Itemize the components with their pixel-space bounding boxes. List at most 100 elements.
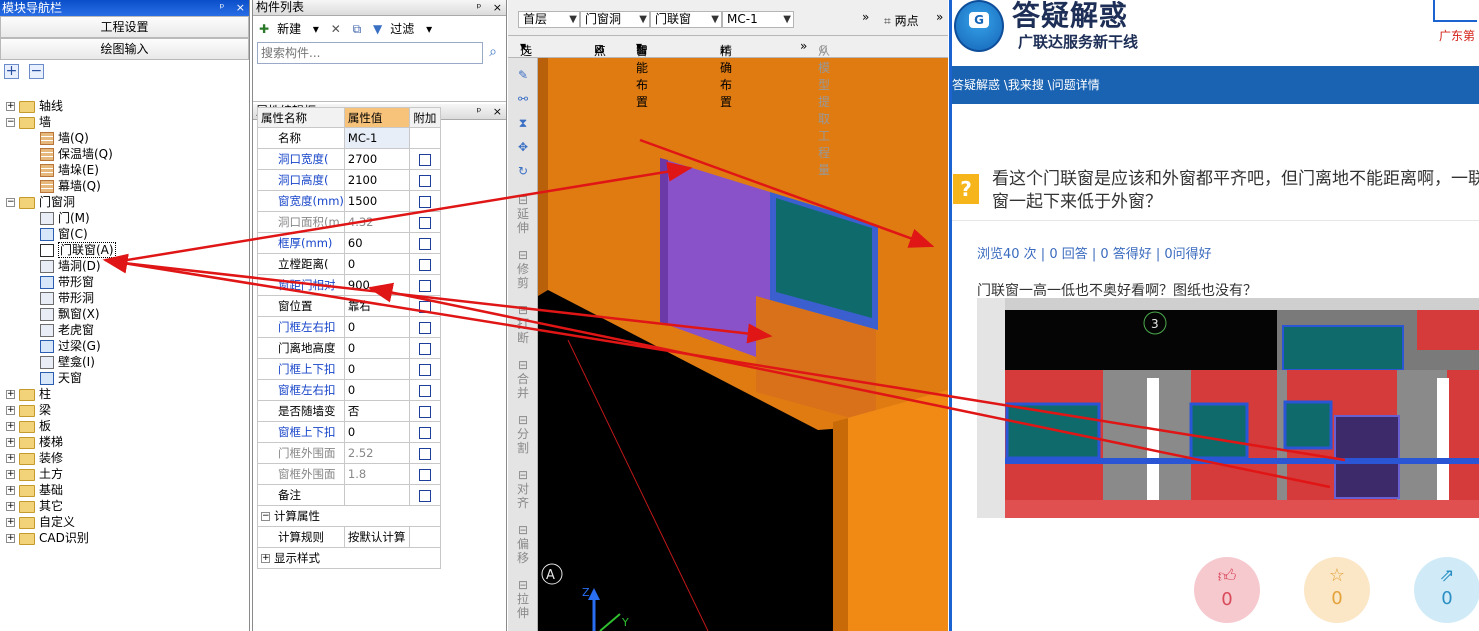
additional-checkbox[interactable] xyxy=(418,447,431,460)
type-select[interactable]: 门联窗 ▼ xyxy=(650,11,722,28)
floor-select[interactable]: 首层 ▼ xyxy=(518,11,580,28)
delete-icon[interactable]: ✕ xyxy=(331,22,341,36)
side-tool-button[interactable]: ⊟ 修剪 xyxy=(514,248,532,290)
property-value[interactable]: 900 xyxy=(343,274,410,296)
collapse-all-icon[interactable]: − xyxy=(28,64,44,79)
edit-tool-icon[interactable]: ⧗ xyxy=(514,116,532,130)
property-row[interactable]: 立樘距离(0 xyxy=(257,253,441,275)
side-tool-button[interactable]: ⊟ 打断 xyxy=(514,303,532,345)
category-select[interactable]: 门窗洞 ▼ xyxy=(580,11,650,28)
additional-checkbox[interactable] xyxy=(418,300,431,313)
expand-icon[interactable]: + xyxy=(6,470,15,479)
expand-icon[interactable]: + xyxy=(6,406,15,415)
edit-tool-icon[interactable]: ✎ xyxy=(514,68,532,82)
region-link[interactable]: 广东第 xyxy=(1439,27,1475,44)
expand-icon[interactable]: + xyxy=(6,454,15,463)
side-tool-button[interactable]: ⊟ 拉伸 xyxy=(514,578,532,620)
property-value[interactable]: 0 xyxy=(343,337,410,359)
project-settings-button[interactable]: 工程设置 xyxy=(0,16,249,38)
additional-checkbox[interactable] xyxy=(418,153,431,166)
additional-checkbox[interactable] xyxy=(418,174,431,187)
property-value[interactable]: 靠右 xyxy=(343,295,410,317)
property-row[interactable]: 窗框上下扣 0 xyxy=(257,421,441,443)
tree-item[interactable]: 保温墙(Q) xyxy=(40,146,113,162)
property-value[interactable]: 2700 xyxy=(343,148,410,170)
tree-item[interactable]: 带形窗 xyxy=(40,274,94,290)
property-value[interactable]: 0 xyxy=(343,421,410,443)
edit-tool-icon[interactable]: ✥ xyxy=(514,140,532,154)
tree-item[interactable]: 墙洞(D) xyxy=(40,258,101,274)
property-value[interactable]: 2.52 xyxy=(343,442,410,464)
additional-checkbox[interactable] xyxy=(418,342,431,355)
property-row[interactable]: 门离地高度 0 xyxy=(257,337,441,359)
search-input[interactable] xyxy=(257,42,483,64)
property-row[interactable]: 门框上下扣 0 xyxy=(257,358,441,380)
tree-item[interactable]: 门(M) xyxy=(40,210,90,226)
tree-item[interactable]: + 自定义 xyxy=(6,514,75,530)
property-value[interactable]: 1500 xyxy=(343,190,410,212)
additional-checkbox[interactable] xyxy=(418,279,431,292)
property-row[interactable]: 窗宽度(mm) 1500 xyxy=(257,190,441,212)
additional-checkbox[interactable] xyxy=(418,489,431,502)
property-row[interactable]: 门框外围面 2.52 xyxy=(257,442,441,464)
tree-item[interactable]: + 柱 xyxy=(6,386,51,402)
filter-button[interactable]: ▼ 过滤 ▾ xyxy=(373,22,432,36)
side-tool-button[interactable]: ⊟ 合并 xyxy=(514,358,532,400)
expand-icon[interactable]: + xyxy=(6,438,15,447)
property-row[interactable]: 洞口高度(2100 xyxy=(257,169,441,191)
tree-item[interactable]: − 墙 xyxy=(6,114,51,130)
property-row[interactable]: 框厚(mm) 60 xyxy=(257,232,441,254)
collapse-icon[interactable]: − xyxy=(6,118,15,127)
additional-checkbox[interactable] xyxy=(418,195,431,208)
search-icon[interactable]: ⌕ xyxy=(484,44,502,62)
additional-checkbox[interactable] xyxy=(418,321,431,334)
tree-item[interactable]: 幕墙(Q) xyxy=(40,178,101,194)
tree-item[interactable]: − 门窗洞 xyxy=(6,194,75,210)
expand-icon[interactable]: + xyxy=(6,102,15,111)
edit-tool-icon[interactable]: ↻ xyxy=(514,164,532,178)
pin-icon[interactable]: ᵖ xyxy=(220,1,225,14)
property-value[interactable]: 2100 xyxy=(343,169,410,191)
tree-item[interactable]: 墙垛(E) xyxy=(40,162,99,178)
additional-checkbox[interactable] xyxy=(418,237,431,250)
property-row[interactable]: 门框左右扣 0 xyxy=(257,316,441,338)
copy-icon[interactable]: ⧉ xyxy=(353,22,362,36)
collapse-icon[interactable]: − xyxy=(6,198,15,207)
additional-checkbox[interactable] xyxy=(418,384,431,397)
expand-icon[interactable]: + xyxy=(6,518,15,527)
tree-item[interactable]: 壁龛(I) xyxy=(40,354,95,370)
collapse-icon[interactable]: − xyxy=(261,512,270,521)
tree-item[interactable]: + 其它 xyxy=(6,498,63,514)
additional-checkbox[interactable] xyxy=(418,468,431,481)
property-value[interactable]: 60 xyxy=(343,232,410,254)
tree-item[interactable]: 飘窗(X) xyxy=(40,306,100,322)
smart-layout-button[interactable]: ▦ 智能布置 ▾ xyxy=(636,39,648,109)
property-value[interactable]: 0 xyxy=(343,358,410,380)
side-tool-button[interactable]: ⊟ 分割 xyxy=(514,413,532,455)
tree-item[interactable]: 门联窗(A) xyxy=(40,242,116,258)
property-value[interactable]: 0 xyxy=(343,316,410,338)
additional-checkbox[interactable] xyxy=(418,258,431,271)
drawing-input-button[interactable]: 绘图输入 xyxy=(0,38,249,60)
component-list-area[interactable] xyxy=(253,66,506,102)
property-row[interactable]: 名称 MC-1 xyxy=(257,127,441,149)
more-button[interactable]: » xyxy=(862,10,869,24)
like-button[interactable]: 👍︎ 0 xyxy=(1194,557,1260,623)
property-value[interactable]: 否 xyxy=(343,400,410,422)
expand-icon[interactable]: + xyxy=(6,422,15,431)
property-row[interactable]: 备注 xyxy=(257,484,441,506)
property-group-row[interactable]: + 显示样式 xyxy=(257,547,441,569)
more-button[interactable]: » xyxy=(800,39,807,53)
expand-icon[interactable]: + xyxy=(261,554,270,563)
pin-icon[interactable]: ᵖ xyxy=(477,105,482,118)
component-select[interactable]: MC-1 ▼ xyxy=(722,11,794,28)
close-icon[interactable]: × xyxy=(493,105,502,118)
tree-item[interactable]: 带形洞 xyxy=(40,290,94,306)
property-row[interactable]: 窗框外围面 1.8 xyxy=(257,463,441,485)
more-button[interactable]: » xyxy=(936,10,943,24)
edit-tool-icon[interactable]: ⚯ xyxy=(514,92,532,106)
additional-checkbox[interactable] xyxy=(418,216,431,229)
model-view-3d[interactable]: A Z Y 首层 ▼ 门窗洞 ▼ 门联窗 ▼ MC-1 ▼ » ⌗ 两点 » ↖ 选择 … xyxy=(508,0,948,631)
property-value[interactable]: 4.32 xyxy=(343,211,410,233)
tree-item[interactable]: 天窗 xyxy=(40,370,82,386)
